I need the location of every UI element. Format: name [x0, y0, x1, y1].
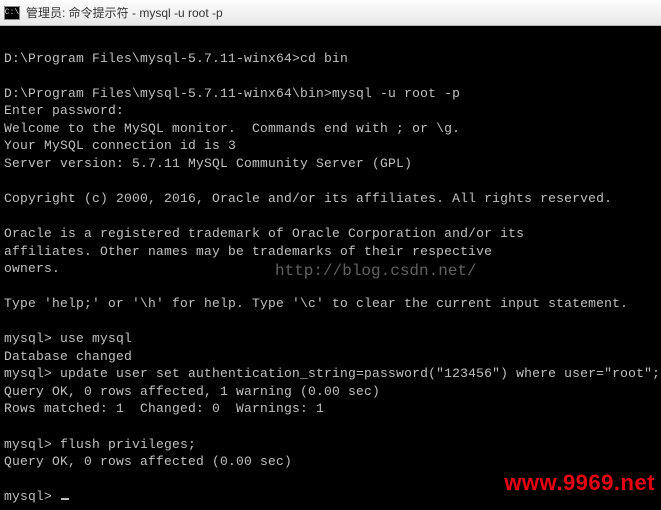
terminal-line: Oracle is a registered trademark of Orac… [4, 225, 657, 243]
window-titlebar[interactable]: C:\ 管理员: 命令提示符 - mysql -u root -p [0, 0, 661, 26]
terminal-line: Query OK, 0 rows affected (0.00 sec) [4, 453, 657, 471]
cmd-icon: C:\ [4, 6, 20, 20]
terminal-line: affiliates. Other names may be trademark… [4, 243, 657, 261]
terminal-line: Rows matched: 1 Changed: 0 Warnings: 1 [4, 400, 657, 418]
terminal-line [4, 67, 657, 85]
terminal-line [4, 278, 657, 296]
terminal-line [4, 32, 657, 50]
terminal-line: Database changed [4, 348, 657, 366]
terminal-line: Your MySQL connection id is 3 [4, 137, 657, 155]
terminal-line: Copyright (c) 2000, 2016, Oracle and/or … [4, 190, 657, 208]
terminal-line [4, 313, 657, 331]
terminal-line: D:\Program Files\mysql-5.7.11-winx64>cd … [4, 50, 657, 68]
terminal-line: mysql> [4, 488, 657, 506]
terminal-line: Enter password: [4, 102, 657, 120]
terminal-line [4, 418, 657, 436]
terminal-line: Welcome to the MySQL monitor. Commands e… [4, 120, 657, 138]
terminal-line: D:\Program Files\mysql-5.7.11-winx64\bin… [4, 85, 657, 103]
terminal-line: mysql> flush privileges; [4, 436, 657, 454]
terminal-line: owners. [4, 260, 657, 278]
terminal-line [4, 471, 657, 489]
terminal-line [4, 172, 657, 190]
terminal-line: mysql> update user set authentication_st… [4, 365, 657, 383]
terminal-line: mysql> use mysql [4, 330, 657, 348]
terminal-line [4, 207, 657, 225]
terminal-line: Type 'help;' or '\h' for help. Type '\c'… [4, 295, 657, 313]
window-title: 管理员: 命令提示符 - mysql -u root -p [26, 4, 223, 21]
terminal-line: Query OK, 0 rows affected, 1 warning (0.… [4, 383, 657, 401]
terminal-line: Server version: 5.7.11 MySQL Community S… [4, 155, 657, 173]
terminal-output[interactable]: D:\Program Files\mysql-5.7.11-winx64>cd … [0, 26, 661, 510]
